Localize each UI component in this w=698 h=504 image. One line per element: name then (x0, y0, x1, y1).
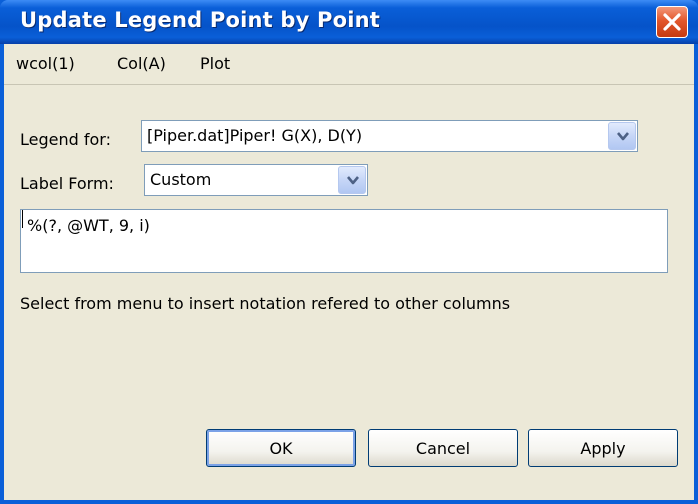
legend-for-dropdown-button[interactable] (608, 122, 636, 150)
window-title: Update Legend Point by Point (20, 8, 381, 32)
menu-bar: wcol(1) Col(A) Plot (4, 44, 694, 85)
dialog-body: wcol(1) Col(A) Plot Legend for: [Piper.d… (4, 44, 694, 500)
label-form-label: Label Form: (20, 174, 114, 193)
legend-for-value: [Piper.dat]Piper! G(X), D(Y) (147, 126, 363, 145)
apply-button[interactable]: Apply (528, 429, 678, 467)
menu-item-wcol[interactable]: wcol(1) (16, 54, 75, 73)
ok-button[interactable]: OK (206, 429, 356, 467)
menu-item-col-a[interactable]: Col(A) (117, 54, 166, 73)
legend-for-label: Legend for: (20, 130, 111, 149)
chevron-down-icon (347, 176, 359, 185)
text-caret (22, 210, 23, 228)
dialog-window: Update Legend Point by Point wcol(1) Col… (0, 0, 698, 504)
menu-item-plot[interactable]: Plot (200, 54, 230, 73)
close-icon (663, 13, 681, 31)
label-form-value: Custom (150, 170, 212, 189)
expression-input[interactable]: %(?, @WT, 9, i) (20, 209, 668, 273)
close-button[interactable] (656, 6, 688, 38)
chevron-down-icon (617, 132, 629, 141)
label-form-dropdown-button[interactable] (338, 166, 366, 194)
cancel-button[interactable]: Cancel (368, 429, 518, 467)
title-bar[interactable]: Update Legend Point by Point (0, 0, 698, 44)
legend-for-select[interactable]: [Piper.dat]Piper! G(X), D(Y) (141, 120, 638, 152)
label-form-select[interactable]: Custom (144, 164, 368, 196)
expression-text: %(?, @WT, 9, i) (27, 216, 150, 235)
hint-text: Select from menu to insert notation refe… (20, 294, 511, 313)
